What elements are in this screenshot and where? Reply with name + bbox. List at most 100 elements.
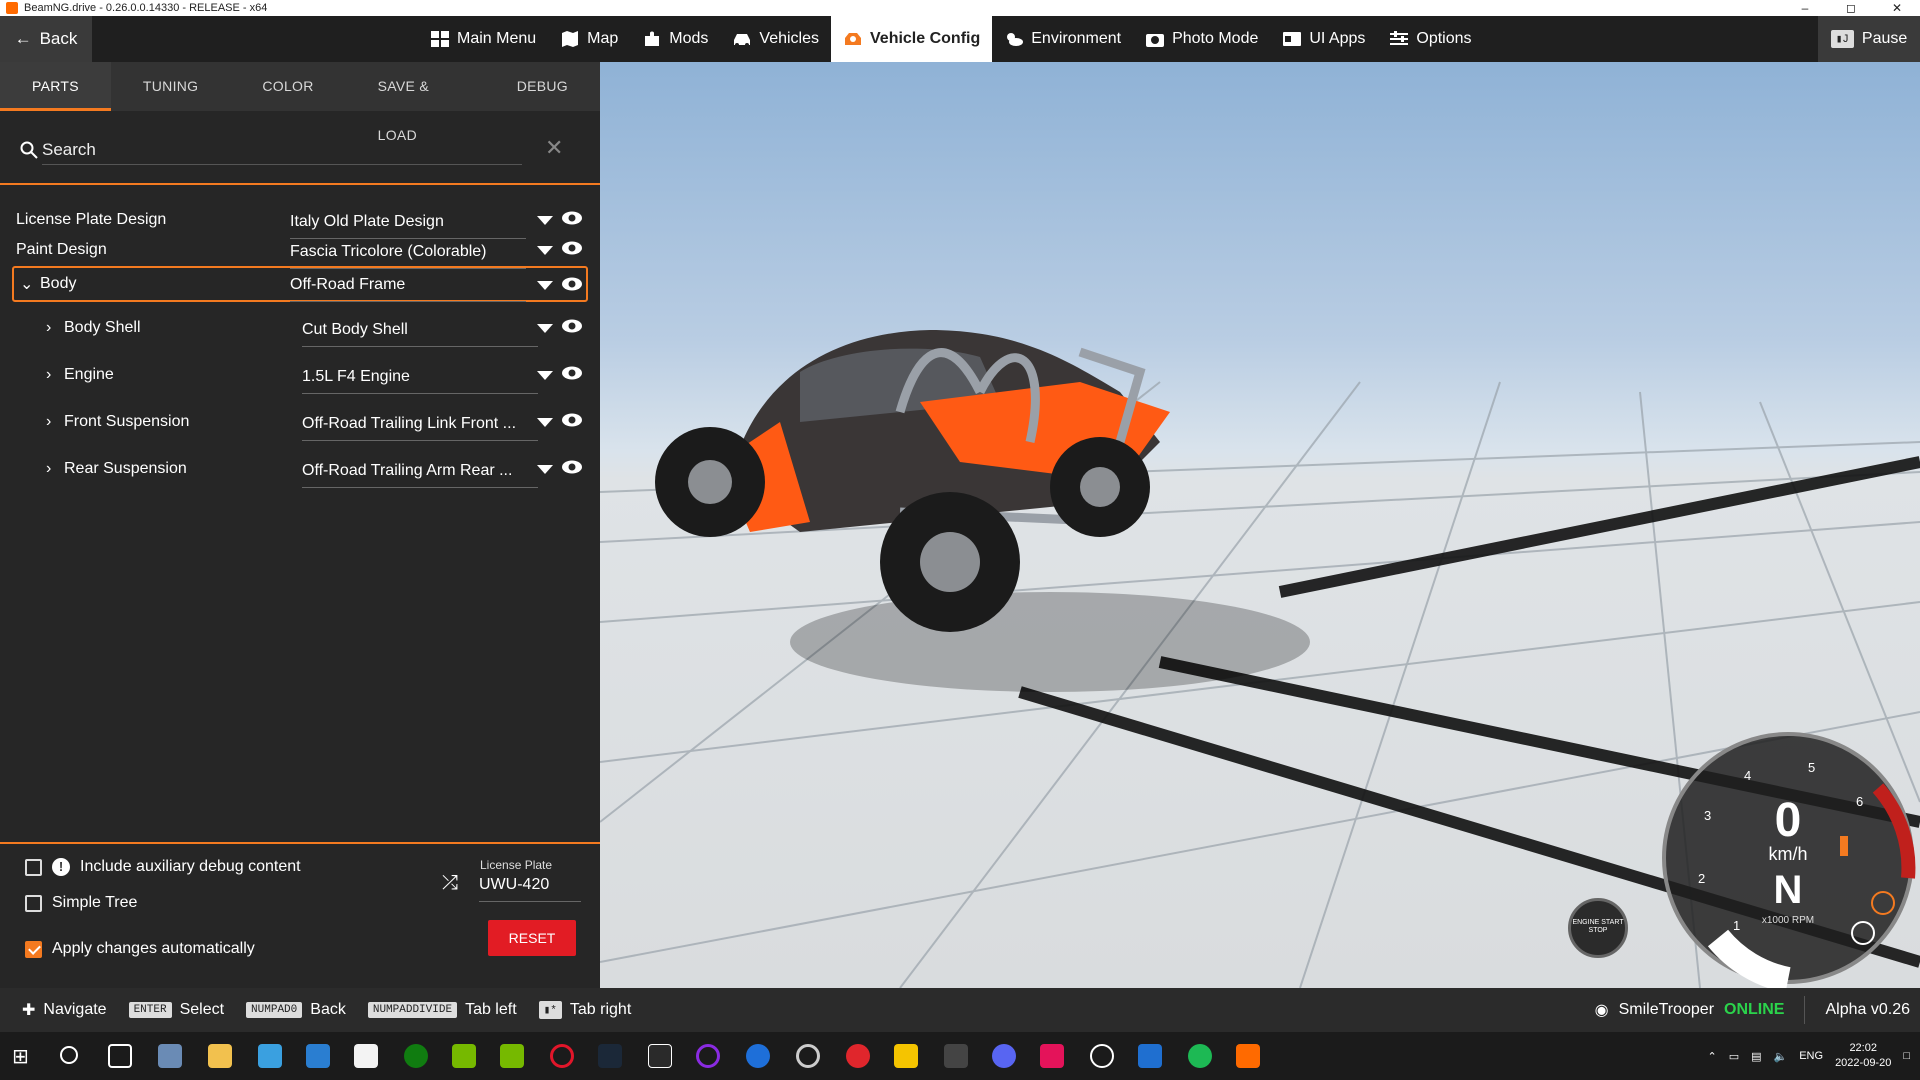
engine-start-stop-button[interactable]: ENGINE START STOP (1568, 898, 1628, 958)
battery-icon[interactable]: ▭ (1729, 1050, 1739, 1063)
clear-search-icon[interactable]: ✕ (545, 135, 563, 161)
nav-photo-mode[interactable]: Photo Mode (1133, 16, 1270, 62)
eye-icon[interactable] (561, 240, 583, 256)
clock-date: 2022-09-20 (1835, 1057, 1892, 1069)
part-value-select[interactable]: Off-Road Trailing Arm Rear ... (302, 462, 538, 488)
close-window-icon[interactable]: ✕ (1874, 1, 1920, 15)
chevron-down-icon[interactable] (537, 371, 553, 380)
nav-map[interactable]: Map (548, 16, 630, 62)
debug-content-checkbox[interactable] (25, 858, 42, 876)
nvidia-icon[interactable] (500, 1044, 524, 1068)
chevron-right-icon[interactable]: › (46, 319, 51, 337)
part-value-select[interactable]: Cut Body Shell (302, 321, 538, 347)
beamng-taskbar-icon[interactable] (1236, 1044, 1260, 1068)
pause-button[interactable]: ▮J Pause (1818, 16, 1920, 62)
top-menu-bar: ← Back Main Menu Map Mods Vehicles Vehic… (0, 16, 1920, 62)
minimize-icon[interactable]: – (1782, 1, 1828, 15)
auto-apply-checkbox[interactable] (25, 940, 42, 958)
opera-icon[interactable] (550, 1044, 574, 1068)
chevron-down-icon[interactable]: ⌄ (20, 274, 33, 294)
steam-taskbar-icon[interactable] (598, 1044, 622, 1068)
nav-mods[interactable]: Mods (630, 16, 720, 62)
notifications-icon[interactable]: □ (1903, 1050, 1910, 1062)
clock[interactable]: 22:02 2022-09-20 (1835, 1041, 1891, 1071)
shuffle-icon[interactable]: ⤮ (433, 866, 467, 900)
chevron-down-icon[interactable] (537, 281, 553, 290)
rockstar-icon[interactable] (894, 1044, 918, 1068)
part-value-select[interactable]: Off-Road Trailing Link Front ... (302, 415, 538, 441)
chevron-down-icon[interactable] (537, 465, 553, 474)
nav-vehicle-config[interactable]: Vehicle Config (831, 16, 993, 62)
eye-icon[interactable] (561, 412, 583, 428)
chevron-down-icon[interactable] (537, 216, 553, 225)
tab-tuning[interactable]: TUNING (111, 62, 230, 111)
maximize-icon[interactable]: ◻ (1828, 1, 1874, 15)
app-icon[interactable] (1040, 1044, 1064, 1068)
tab-save-load[interactable]: SAVE & LOAD (346, 62, 485, 143)
system-tray: ⌃ ▭ ▤ 🔈 ENG 22:02 2022-09-20 □ (1707, 1032, 1910, 1080)
nvidia-icon[interactable] (452, 1044, 476, 1068)
xbox-icon[interactable] (404, 1044, 428, 1068)
ea-icon[interactable] (846, 1044, 870, 1068)
nav-main-menu[interactable]: Main Menu (418, 16, 548, 62)
app-icon[interactable] (158, 1044, 182, 1068)
chevron-right-icon[interactable]: › (46, 366, 51, 384)
license-plate-field[interactable]: UWU-420 (479, 876, 581, 902)
microsoft-store-icon[interactable] (354, 1044, 378, 1068)
chevron-down-icon[interactable] (537, 246, 553, 255)
app-icon[interactable] (1138, 1044, 1162, 1068)
battlenet-icon[interactable] (746, 1044, 770, 1068)
chevron-right-icon[interactable]: › (46, 460, 51, 478)
search-taskbar-icon[interactable] (60, 1046, 78, 1064)
tab-parts[interactable]: PARTS (0, 62, 111, 111)
tab-debug[interactable]: DEBUG (485, 62, 600, 111)
windows-taskbar: ⊞ ⌃ ▭ ▤ 🔈 ENG 22:02 2022-09-20 □ (0, 1032, 1920, 1080)
part-row-rear-suspension[interactable]: › Rear Suspension Off-Road Trailing Arm … (0, 453, 600, 488)
app-icon[interactable] (258, 1044, 282, 1068)
eye-icon[interactable] (561, 318, 583, 334)
part-value-select[interactable]: Off-Road Frame (290, 276, 526, 302)
reset-button[interactable]: RESET (488, 920, 576, 956)
part-value-select[interactable]: 1.5L F4 Engine (302, 368, 538, 394)
volume-icon[interactable]: 🔈 (1774, 1050, 1788, 1063)
back-button[interactable]: ← Back (0, 16, 92, 62)
nav-options[interactable]: Options (1377, 16, 1483, 62)
chevron-down-icon[interactable] (537, 324, 553, 333)
file-explorer-icon[interactable] (208, 1044, 232, 1068)
tab-color[interactable]: COLOR (230, 62, 345, 111)
nav-environment[interactable]: Environment (992, 16, 1133, 62)
app-icon[interactable] (306, 1044, 330, 1068)
eye-icon[interactable] (561, 365, 583, 381)
part-row-engine[interactable]: › Engine 1.5L F4 Engine (0, 359, 600, 394)
rpm-tick: 4 (1744, 768, 1751, 783)
app-icon[interactable] (944, 1044, 968, 1068)
epic-games-icon[interactable] (648, 1044, 672, 1068)
nav-vehicles[interactable]: Vehicles (720, 16, 831, 62)
steam-icon[interactable] (1090, 1044, 1114, 1068)
app-icon[interactable] (696, 1044, 720, 1068)
task-view-icon[interactable] (108, 1044, 132, 1068)
debug-content-option[interactable]: ! Include auxiliary debug content (25, 858, 301, 876)
chevron-up-icon[interactable]: ⌃ (1707, 1050, 1716, 1063)
part-row-license-plate[interactable]: License Plate Design Italy Old Plate Des… (0, 204, 600, 239)
search-input[interactable] (42, 135, 522, 165)
discord-icon[interactable] (992, 1044, 1016, 1068)
eye-icon[interactable] (561, 210, 583, 226)
simple-tree-checkbox[interactable] (25, 894, 42, 912)
ubisoft-icon[interactable] (796, 1044, 820, 1068)
auto-apply-option[interactable]: Apply changes automatically (25, 940, 255, 958)
chevron-right-icon[interactable]: › (46, 413, 51, 431)
part-row-body-shell[interactable]: › Body Shell Cut Body Shell (0, 312, 600, 347)
network-icon[interactable]: ▤ (1751, 1050, 1761, 1063)
chevron-down-icon[interactable] (537, 418, 553, 427)
part-row-front-suspension[interactable]: › Front Suspension Off-Road Trailing Lin… (0, 406, 600, 441)
eye-icon[interactable] (561, 459, 583, 475)
language-indicator[interactable]: ENG (1799, 1050, 1823, 1062)
simple-tree-option[interactable]: Simple Tree (25, 894, 137, 912)
part-row-paint-design[interactable]: Paint Design Fascia Tricolore (Colorable… (0, 234, 600, 269)
nav-ui-apps[interactable]: UI Apps (1270, 16, 1377, 62)
eye-icon[interactable] (561, 276, 583, 292)
windows-start-icon[interactable]: ⊞ (12, 1044, 36, 1068)
part-row-body[interactable]: ⌄ Body Off-Road Frame (12, 266, 588, 302)
spotify-icon[interactable] (1188, 1044, 1212, 1068)
